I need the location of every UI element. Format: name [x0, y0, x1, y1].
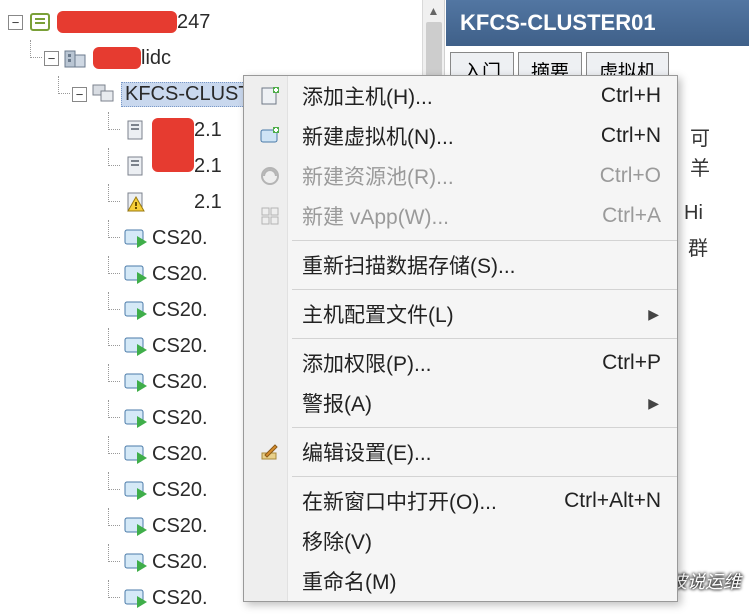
menu-label: 警报(A): [288, 388, 648, 418]
tree-label: 2.1: [194, 155, 222, 178]
vm-running-icon: [122, 513, 148, 539]
tree-label: CS20.: [152, 263, 208, 286]
tree-label: CS20.: [152, 587, 208, 610]
tree-label: CS20.: [152, 479, 208, 502]
tree-label: 2.1: [194, 191, 222, 214]
menu-label: 在新窗口中打开(O)...: [288, 486, 564, 516]
menu-shortcut: Ctrl+O: [600, 164, 677, 188]
host-warning-icon: [122, 189, 148, 215]
vcenter-icon: [27, 9, 53, 35]
cluster-icon: [91, 81, 117, 107]
vm-running-icon: [122, 405, 148, 431]
new-vm-icon: [252, 125, 288, 147]
tree-label: 247: [177, 11, 210, 34]
tree-label: CS20.: [152, 407, 208, 430]
menu-shortcut: Ctrl+A: [602, 204, 677, 228]
vm-running-icon: [122, 333, 148, 359]
menu-remove[interactable]: 移除(V): [244, 521, 677, 561]
menu-open-new-window[interactable]: 在新窗口中打开(O)... Ctrl+Alt+N: [244, 481, 677, 521]
redacted-text: [93, 47, 141, 69]
menu-shortcut: Ctrl+H: [601, 84, 677, 108]
scroll-thumb[interactable]: [426, 22, 442, 82]
vm-running-icon: [122, 297, 148, 323]
menu-separator: [292, 476, 677, 477]
submenu-arrow-icon: ▶: [648, 306, 677, 323]
menu-separator: [292, 240, 677, 241]
vapp-icon: [252, 205, 288, 227]
scroll-up-icon[interactable]: ▲: [423, 0, 444, 22]
tree-root-vcenter[interactable]: − 247: [0, 4, 444, 40]
menu-rename[interactable]: 重命名(M): [244, 561, 677, 601]
tree-label: 2.1: [194, 119, 222, 142]
menu-add-permission[interactable]: 添加权限(P)... Ctrl+P: [244, 343, 677, 383]
menu-label: 新建虚拟机(N)...: [288, 121, 601, 151]
resource-pool-icon: [252, 165, 288, 187]
tree-label: CS20.: [152, 227, 208, 250]
collapse-toggle[interactable]: −: [72, 87, 87, 102]
redacted-text: [57, 11, 177, 33]
tree-label: CS20.: [152, 299, 208, 322]
text-fragment: Hi: [684, 202, 703, 225]
menu-new-vapp: 新建 vApp(W)... Ctrl+A: [244, 196, 677, 236]
text-fragment: 群: [688, 232, 708, 261]
tree-datacenter[interactable]: − lidc: [0, 40, 444, 76]
submenu-arrow-icon: ▶: [648, 395, 677, 412]
menu-add-host[interactable]: 添加主机(H)... Ctrl+H: [244, 76, 677, 116]
redacted-text: [152, 118, 194, 172]
vm-running-icon: [122, 477, 148, 503]
menu-label: 重命名(M): [288, 566, 677, 596]
menu-new-vm[interactable]: 新建虚拟机(N)... Ctrl+N: [244, 116, 677, 156]
menu-separator: [292, 289, 677, 290]
collapse-toggle[interactable]: −: [44, 51, 59, 66]
menu-label: 添加权限(P)...: [288, 348, 602, 378]
tree-label: CS20.: [152, 335, 208, 358]
menu-rescan-datastore[interactable]: 重新扫描数据存储(S)...: [244, 245, 677, 285]
vm-running-icon: [122, 441, 148, 467]
cluster-context-menu: 添加主机(H)... Ctrl+H 新建虚拟机(N)... Ctrl+N 新建资…: [243, 75, 678, 602]
detail-title: KFCS-CLUSTER01: [446, 0, 749, 46]
menu-separator: [292, 338, 677, 339]
text-fragment: 可: [690, 122, 710, 151]
datacenter-icon: [63, 45, 89, 71]
menu-label: 重新扫描数据存储(S)...: [288, 250, 677, 280]
host-icon: [122, 153, 148, 179]
tree-label: lidc: [141, 47, 171, 70]
tree-label: CS20.: [152, 551, 208, 574]
vm-running-icon: [122, 549, 148, 575]
edit-icon: [252, 441, 288, 463]
tree-label: CS20.: [152, 371, 208, 394]
menu-separator: [292, 427, 677, 428]
vm-running-icon: [122, 585, 148, 611]
collapse-toggle[interactable]: −: [8, 15, 23, 30]
host-icon: [122, 117, 148, 143]
tree-label: CS20.: [152, 515, 208, 538]
vm-running-icon: [122, 369, 148, 395]
menu-label: 移除(V): [288, 526, 677, 556]
add-host-icon: [252, 85, 288, 107]
menu-shortcut: Ctrl+Alt+N: [564, 489, 677, 513]
menu-label: 编辑设置(E)...: [288, 437, 677, 467]
menu-alarm[interactable]: 警报(A) ▶: [244, 383, 677, 423]
text-fragment: 羊: [690, 152, 710, 181]
menu-label: 新建 vApp(W)...: [288, 201, 602, 231]
menu-label: 添加主机(H)...: [288, 81, 601, 111]
tree-label: CS20.: [152, 443, 208, 466]
menu-host-profile[interactable]: 主机配置文件(L) ▶: [244, 294, 677, 334]
menu-shortcut: Ctrl+P: [602, 351, 677, 375]
menu-label: 主机配置文件(L): [288, 299, 648, 329]
vm-running-icon: [122, 225, 148, 251]
menu-new-resource-pool: 新建资源池(R)... Ctrl+O: [244, 156, 677, 196]
menu-edit-settings[interactable]: 编辑设置(E)...: [244, 432, 677, 472]
menu-shortcut: Ctrl+N: [601, 124, 677, 148]
menu-label: 新建资源池(R)...: [288, 161, 600, 191]
vm-running-icon: [122, 261, 148, 287]
